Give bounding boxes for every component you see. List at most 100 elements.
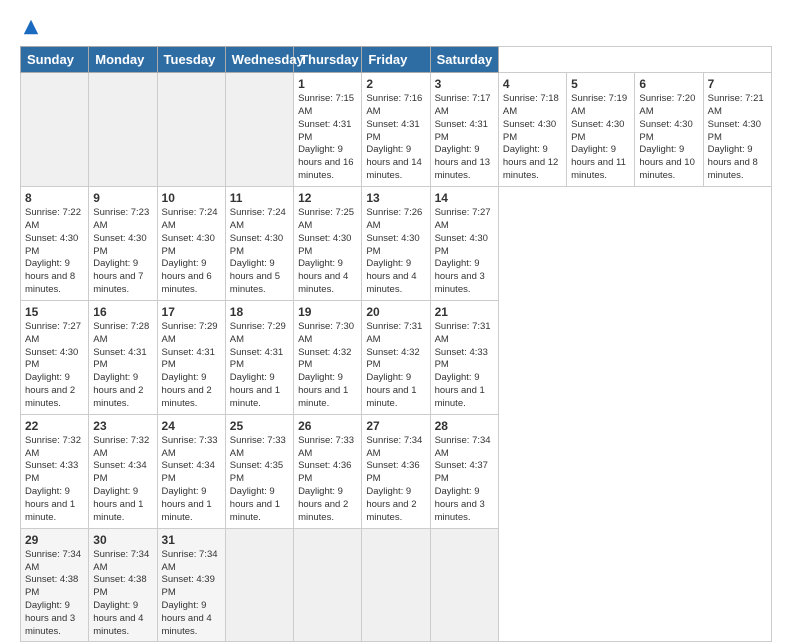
daylight-text: Daylight: 9 hours and 2 minutes.: [298, 486, 348, 523]
sunrise-text: Sunrise: 7:20 AM: [639, 93, 695, 117]
sunset-text: Sunset: 4:30 PM: [708, 119, 761, 143]
sunrise-text: Sunrise: 7:28 AM: [93, 321, 149, 345]
day-number: 26: [298, 418, 357, 434]
calendar-day-cell: 10Sunrise: 7:24 AMSunset: 4:30 PMDayligh…: [157, 186, 225, 300]
day-number: 2: [366, 76, 425, 92]
sunset-text: Sunset: 4:33 PM: [25, 460, 78, 484]
day-number: 18: [230, 304, 289, 320]
sunset-text: Sunset: 4:31 PM: [93, 347, 146, 371]
logo: [20, 18, 41, 36]
calendar-day-cell: [89, 73, 157, 187]
sunset-text: Sunset: 4:30 PM: [366, 233, 419, 257]
calendar-day-cell: 23Sunrise: 7:32 AMSunset: 4:34 PMDayligh…: [89, 414, 157, 528]
calendar-day-cell: 3Sunrise: 7:17 AMSunset: 4:31 PMDaylight…: [430, 73, 498, 187]
calendar-day-cell: 18Sunrise: 7:29 AMSunset: 4:31 PMDayligh…: [225, 300, 293, 414]
daylight-text: Daylight: 9 hours and 1 minute.: [93, 486, 143, 523]
day-number: 17: [162, 304, 221, 320]
calendar-header-row: SundayMondayTuesdayWednesdayThursdayFrid…: [21, 47, 772, 73]
day-number: 21: [435, 304, 494, 320]
calendar-day-cell: 21Sunrise: 7:31 AMSunset: 4:33 PMDayligh…: [430, 300, 498, 414]
day-number: 12: [298, 190, 357, 206]
sunrise-text: Sunrise: 7:32 AM: [93, 435, 149, 459]
sunset-text: Sunset: 4:30 PM: [298, 233, 351, 257]
calendar-day-cell: 8Sunrise: 7:22 AMSunset: 4:30 PMDaylight…: [21, 186, 89, 300]
day-number: 11: [230, 190, 289, 206]
daylight-text: Daylight: 9 hours and 3 minutes.: [435, 258, 485, 295]
calendar-day-cell: 22Sunrise: 7:32 AMSunset: 4:33 PMDayligh…: [21, 414, 89, 528]
sunset-text: Sunset: 4:30 PM: [162, 233, 215, 257]
calendar-day-cell: 19Sunrise: 7:30 AMSunset: 4:32 PMDayligh…: [294, 300, 362, 414]
calendar-week-row: 22 Sunrise: 7:32 AM Sunset: 4:33 PM Dayligh…: [21, 414, 772, 528]
calendar-col-header: Thursday: [294, 47, 362, 73]
calendar-day-cell: 25Sunrise: 7:33 AMSunset: 4:35 PMDayligh…: [225, 414, 293, 528]
calendar-day-cell: 15Sunrise: 7:27 AMSunset: 4:30 PMDayligh…: [21, 300, 89, 414]
sunset-text: Sunset: 4:30 PM: [93, 233, 146, 257]
calendar-day-cell: 28Sunrise: 7:34 AMSunset: 4:37 PMDayligh…: [430, 414, 498, 528]
sunrise-text: Sunrise: 7:24 AM: [162, 207, 218, 231]
calendar-col-header: Sunday: [21, 47, 89, 73]
daylight-text: Daylight: 9 hours and 1 minute.: [162, 486, 212, 523]
logo-icon: [22, 18, 40, 36]
calendar-day-cell: 11Sunrise: 7:24 AMSunset: 4:30 PMDayligh…: [225, 186, 293, 300]
daylight-text: Daylight: 9 hours and 6 minutes.: [162, 258, 212, 295]
sunrise-text: Sunrise: 7:34 AM: [435, 435, 491, 459]
calendar-day-cell: [430, 528, 498, 642]
calendar-day-cell: 27Sunrise: 7:34 AMSunset: 4:36 PMDayligh…: [362, 414, 430, 528]
calendar-table: SundayMondayTuesdayWednesdayThursdayFrid…: [20, 46, 772, 642]
sunrise-text: Sunrise: 7:33 AM: [162, 435, 218, 459]
sunset-text: Sunset: 4:32 PM: [298, 347, 351, 371]
sunset-text: Sunset: 4:32 PM: [366, 347, 419, 371]
daylight-text: Daylight: 9 hours and 1 minute.: [435, 372, 485, 409]
sunrise-text: Sunrise: 7:19 AM: [571, 93, 627, 117]
daylight-text: Daylight: 9 hours and 12 minutes.: [503, 144, 558, 181]
calendar-col-header: Tuesday: [157, 47, 225, 73]
sunrise-text: Sunrise: 7:27 AM: [435, 207, 491, 231]
daylight-text: Daylight: 9 hours and 1 minute.: [298, 372, 348, 409]
page: SundayMondayTuesdayWednesdayThursdayFrid…: [0, 0, 792, 612]
calendar-day-cell: 26Sunrise: 7:33 AMSunset: 4:36 PMDayligh…: [294, 414, 362, 528]
sunrise-text: Sunrise: 7:17 AM: [435, 93, 491, 117]
daylight-text: Daylight: 9 hours and 2 minutes.: [25, 372, 75, 409]
daylight-text: Daylight: 9 hours and 4 minutes.: [366, 258, 416, 295]
calendar-week-row: 8Sunrise: 7:22 AMSunset: 4:30 PMDaylight…: [21, 186, 772, 300]
day-number: 31: [162, 532, 221, 548]
sunset-text: Sunset: 4:33 PM: [435, 347, 488, 371]
calendar-day-cell: [225, 73, 293, 187]
calendar-col-header: Saturday: [430, 47, 498, 73]
daylight-text: Daylight: 9 hours and 8 minutes.: [25, 258, 75, 295]
day-number: 3: [435, 76, 494, 92]
sunset-text: Sunset: 4:30 PM: [25, 347, 78, 371]
calendar-day-cell: 14Sunrise: 7:27 AMSunset: 4:30 PMDayligh…: [430, 186, 498, 300]
day-number: 23: [93, 418, 152, 434]
calendar-day-cell: 29Sunrise: 7:34 AMSunset: 4:38 PMDayligh…: [21, 528, 89, 642]
calendar-week-row: 1Sunrise: 7:15 AMSunset: 4:31 PMDaylight…: [21, 73, 772, 187]
daylight-text: Daylight: 9 hours and 1 minute.: [366, 372, 416, 409]
daylight-text: Daylight: 9 hours and 2 minutes.: [93, 372, 143, 409]
sunrise-text: Sunrise: 7:27 AM: [25, 321, 81, 345]
daylight-text: Daylight: 9 hours and 4 minutes.: [162, 600, 212, 637]
day-number: 4: [503, 76, 562, 92]
calendar-day-cell: 30Sunrise: 7:34 AMSunset: 4:38 PMDayligh…: [89, 528, 157, 642]
sunset-text: Sunset: 4:31 PM: [298, 119, 351, 143]
sunrise-text: Sunrise: 7:23 AM: [93, 207, 149, 231]
sunrise-text: Sunrise: 7:21 AM: [708, 93, 764, 117]
daylight-text: Daylight: 9 hours and 2 minutes.: [366, 486, 416, 523]
sunset-text: Sunset: 4:31 PM: [162, 347, 215, 371]
sunrise-text: Sunrise: 7:16 AM: [366, 93, 422, 117]
daylight-text: Daylight: 9 hours and 16 minutes.: [298, 144, 353, 181]
day-number: 10: [162, 190, 221, 206]
calendar-week-row: 15Sunrise: 7:27 AMSunset: 4:30 PMDayligh…: [21, 300, 772, 414]
day-number: 1: [298, 76, 357, 92]
calendar-day-cell: 7Sunrise: 7:21 AMSunset: 4:30 PMDaylight…: [703, 73, 771, 187]
day-number: 16: [93, 304, 152, 320]
calendar-day-cell: 31Sunrise: 7:34 AMSunset: 4:39 PMDayligh…: [157, 528, 225, 642]
calendar-day-cell: 6Sunrise: 7:20 AMSunset: 4:30 PMDaylight…: [635, 73, 703, 187]
sunset-text: Sunset: 4:30 PM: [503, 119, 556, 143]
calendar-col-header: Friday: [362, 47, 430, 73]
sunrise-text: Sunrise: 7:30 AM: [298, 321, 354, 345]
calendar-week-row: 29Sunrise: 7:34 AMSunset: 4:38 PMDayligh…: [21, 528, 772, 642]
sunset-text: Sunset: 4:38 PM: [25, 574, 78, 598]
day-number: 22: [25, 418, 84, 434]
sunrise-text: Sunrise: 7:24 AM: [230, 207, 286, 231]
sunrise-text: Sunrise: 7:15 AM: [298, 93, 354, 117]
